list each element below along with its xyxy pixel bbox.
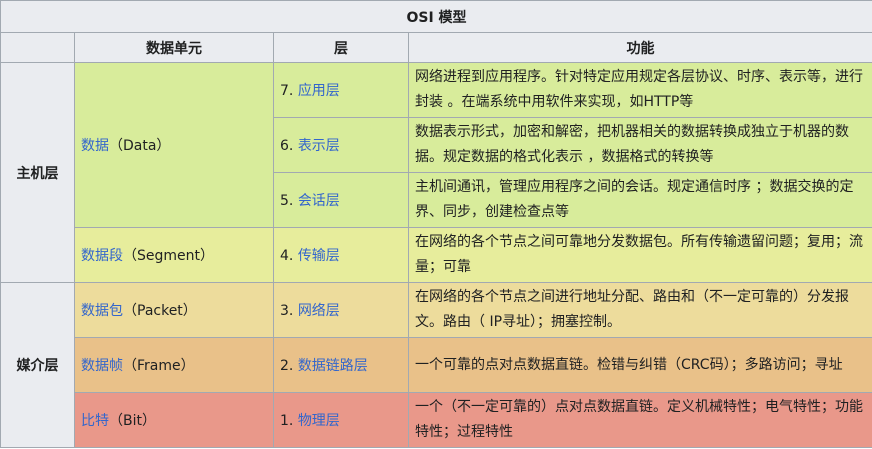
layer-2-number: 2. bbox=[280, 358, 298, 374]
function-cell-3: 在网络的各个节点之间进行地址分配、路由和（不一定可靠的）分发报文。路由（ IP寻… bbox=[407, 282, 872, 338]
group-host-layers: 主机层 bbox=[0, 62, 75, 283]
layer-cell-6: 6. 表示层 bbox=[273, 117, 409, 173]
unit-frame-link[interactable]: 数据帧 bbox=[81, 358, 123, 374]
layer-5-number: 5. bbox=[280, 193, 298, 209]
table-row: 数据段（Segment） 4. 传输层 在网络的各个节点之间可靠地分发数据包。所… bbox=[0, 227, 872, 283]
unit-cell-segment: 数据段（Segment） bbox=[74, 227, 274, 283]
header-function: 功能 bbox=[407, 32, 872, 63]
function-cell-5: 主机间通讯，管理应用程序之间的会话。规定通信时序 ；数据交换的定界、同步，创建检… bbox=[407, 172, 872, 228]
function-cell-4: 在网络的各个节点之间可靠地分发数据包。所有传输遗留问题；复用；流量；可靠 bbox=[407, 227, 872, 283]
unit-segment-suffix: （Segment） bbox=[123, 248, 214, 264]
table-row: 比特（Bit） 1. 物理层 一个（不一定可靠的）点对点数据直链。定义机械特性；… bbox=[0, 392, 872, 448]
function-cell-6: 数据表示形式，加密和解密，把机器相关的数据转换成独立于机器的数据。规定数据的格式… bbox=[407, 117, 872, 173]
header-layer: 层 bbox=[273, 32, 409, 63]
unit-cell-frame: 数据帧（Frame） bbox=[74, 337, 274, 393]
function-cell-2: 一个可靠的点对点数据直链。检错与纠错（CRC码）；多路访问；寻址 bbox=[407, 337, 872, 393]
layer-cell-3: 3. 网络层 bbox=[273, 282, 409, 338]
layer-7-link[interactable]: 应用层 bbox=[298, 83, 340, 99]
layer-2-link[interactable]: 数据链路层 bbox=[298, 358, 368, 374]
table-caption: OSI 模型 bbox=[0, 0, 872, 33]
layer-cell-1: 1. 物理层 bbox=[273, 392, 409, 448]
table-row: 数据帧（Frame） 2. 数据链路层 一个可靠的点对点数据直链。检错与纠错（C… bbox=[0, 337, 872, 393]
unit-packet-suffix: （Packet） bbox=[123, 303, 197, 319]
layer-cell-7: 7. 应用层 bbox=[273, 62, 409, 118]
unit-data-suffix: （Data） bbox=[109, 138, 171, 154]
unit-cell-bit: 比特（Bit） bbox=[74, 392, 274, 448]
layer-cell-2: 2. 数据链路层 bbox=[273, 337, 409, 393]
layer-1-link[interactable]: 物理层 bbox=[298, 413, 340, 429]
header-empty bbox=[0, 32, 75, 63]
function-cell-1: 一个（不一定可靠的）点对点数据直链。定义机械特性；电气特性；功能特性；过程特性 bbox=[407, 392, 872, 448]
unit-data-link[interactable]: 数据 bbox=[81, 138, 109, 154]
unit-packet-link[interactable]: 数据包 bbox=[81, 303, 123, 319]
unit-cell-packet: 数据包（Packet） bbox=[74, 282, 274, 338]
layer-1-number: 1. bbox=[280, 413, 298, 429]
layer-6-number: 6. bbox=[280, 138, 298, 154]
layer-3-link[interactable]: 网络层 bbox=[298, 303, 340, 319]
function-cell-7: 网络进程到应用程序。针对特定应用规定各层协议、时序、表示等，进行封装 。在端系统… bbox=[407, 62, 872, 118]
layer-cell-5: 5. 会话层 bbox=[273, 172, 409, 228]
unit-bit-suffix: （Bit） bbox=[109, 413, 156, 429]
osi-model-table: OSI 模型 数据单元 层 功能 主机层 数据（Data） 7. 应用层 网络进… bbox=[0, 0, 872, 448]
layer-4-link[interactable]: 传输层 bbox=[298, 248, 340, 264]
unit-segment-link[interactable]: 数据段 bbox=[81, 248, 123, 264]
layer-cell-4: 4. 传输层 bbox=[273, 227, 409, 283]
header-data-unit: 数据单元 bbox=[74, 32, 274, 63]
unit-frame-suffix: （Frame） bbox=[123, 358, 195, 374]
table-row: 媒介层 数据包（Packet） 3. 网络层 在网络的各个节点之间进行地址分配、… bbox=[0, 282, 872, 448]
group-media-layers: 媒介层 bbox=[0, 282, 75, 448]
layer-3-number: 3. bbox=[280, 303, 298, 319]
layer-6-link[interactable]: 表示层 bbox=[298, 138, 340, 154]
layer-5-link[interactable]: 会话层 bbox=[298, 193, 340, 209]
layer-7-number: 7. bbox=[280, 83, 298, 99]
unit-cell-data: 数据（Data） bbox=[74, 62, 274, 228]
unit-bit-link[interactable]: 比特 bbox=[81, 413, 109, 429]
layer-4-number: 4. bbox=[280, 248, 298, 264]
table-row: 主机层 数据（Data） 7. 应用层 网络进程到应用程序。针对特定应用规定各层… bbox=[0, 62, 872, 283]
